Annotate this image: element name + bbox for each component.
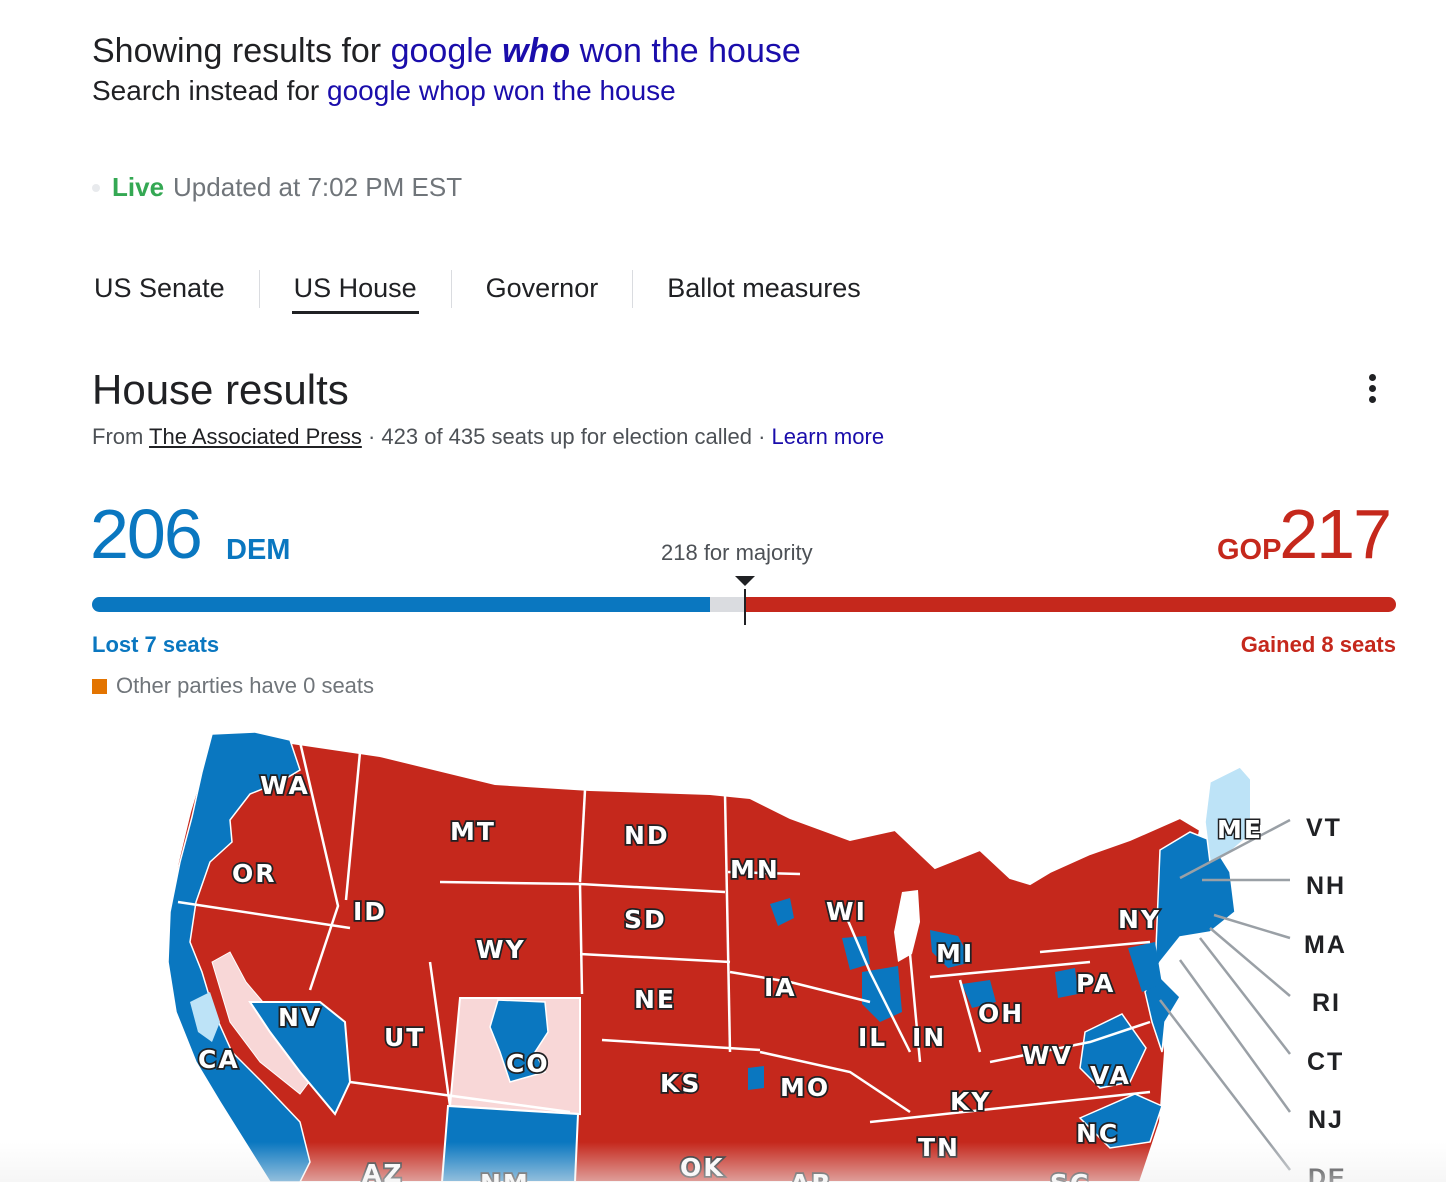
map-label: OR bbox=[232, 859, 277, 888]
map-label: NC bbox=[1076, 1119, 1119, 1148]
dem-pa bbox=[1055, 968, 1078, 998]
map-label: WY bbox=[476, 935, 526, 964]
results-title: House results bbox=[92, 366, 349, 413]
callout-lines bbox=[1159, 818, 1292, 1171]
map-label: KS bbox=[660, 1069, 701, 1098]
source-line: From The Associated Press · 423 of 435 s… bbox=[92, 424, 884, 450]
other-parties: Other parties have 0 seats bbox=[92, 673, 374, 699]
map-label: WA bbox=[260, 771, 310, 800]
tab-divider bbox=[632, 270, 634, 308]
tab-divider bbox=[258, 270, 260, 308]
gop-seat-change: Gained 8 seats bbox=[1240, 632, 1396, 657]
us-house-map[interactable]: WA MT ND MN OR ID SD WI NY WY MI NV NE I… bbox=[150, 722, 1250, 1182]
map-label: MT bbox=[450, 817, 496, 846]
gop-label: GOP bbox=[1217, 534, 1282, 566]
callout-svg: ME VT NH MA RI CT NJ DE bbox=[1159, 814, 1347, 1182]
callout-de: DE bbox=[1308, 1164, 1347, 1182]
map-label: CA bbox=[198, 1045, 240, 1074]
map-label: UT bbox=[384, 1023, 425, 1052]
map-label: OK bbox=[680, 1153, 725, 1182]
election-tabs: US Senate US House Governor Ballot measu… bbox=[92, 266, 863, 314]
map-label: VA bbox=[1090, 1061, 1131, 1090]
map-label: PA bbox=[1076, 969, 1115, 998]
source-link[interactable]: The Associated Press bbox=[149, 424, 362, 449]
updated-time: Updated at 7:02 PM EST bbox=[173, 172, 463, 202]
majority-label: 218 for majority bbox=[661, 540, 813, 565]
map-label: MN bbox=[730, 855, 780, 884]
tab-us-house[interactable]: US House bbox=[291, 266, 419, 314]
map-label: IA bbox=[764, 973, 797, 1002]
callout-vt: VT bbox=[1306, 814, 1342, 842]
map-label: NE bbox=[634, 985, 676, 1014]
search-instead-line: Search instead for google whop won the h… bbox=[92, 72, 801, 110]
map-label: ID bbox=[353, 897, 387, 926]
majority-line bbox=[744, 589, 746, 625]
spelling-correction: Showing results for google who won the h… bbox=[92, 30, 801, 110]
map-label: TN bbox=[918, 1133, 960, 1162]
map-label: NM bbox=[480, 1169, 530, 1182]
map-label: CO bbox=[506, 1049, 550, 1078]
dem-seat-change: Lost 7 seats bbox=[92, 632, 220, 657]
map-svg: WA MT ND MN OR ID SD WI NY WY MI NV NE I… bbox=[167, 731, 1250, 1182]
map-label: IL bbox=[858, 1023, 887, 1052]
tab-divider bbox=[450, 270, 452, 308]
called-count: · 423 of 435 seats up for election calle… bbox=[367, 424, 766, 449]
map-label: MI bbox=[936, 939, 974, 968]
seat-bar-dem bbox=[92, 597, 710, 612]
live-status: Live Updated at 7:02 PM EST bbox=[92, 172, 462, 203]
callout-ct: CT bbox=[1307, 1048, 1344, 1076]
from-prefix: From bbox=[92, 424, 144, 449]
map-label: SD bbox=[624, 905, 667, 934]
original-query-link[interactable]: google whop won the house bbox=[327, 75, 676, 106]
learn-more-link[interactable]: Learn more bbox=[772, 424, 885, 449]
callout-nh: NH bbox=[1306, 872, 1346, 900]
showing-prefix: Showing results for bbox=[92, 32, 382, 70]
map-label: AZ bbox=[362, 1159, 403, 1182]
live-dot-icon bbox=[92, 183, 100, 192]
map-label: WV bbox=[1022, 1041, 1073, 1070]
other-swatch bbox=[92, 678, 107, 694]
callout-me: ME bbox=[1217, 815, 1263, 844]
gop-seat-count: 217 bbox=[1279, 495, 1392, 573]
dem-label: DEM bbox=[226, 534, 291, 566]
other-parties-label: Other parties have 0 seats bbox=[116, 673, 375, 698]
instead-prefix: Search instead for bbox=[92, 75, 320, 106]
live-label: Live bbox=[112, 172, 165, 202]
corrected-query-link[interactable]: google who won the house bbox=[391, 32, 801, 70]
more-options-icon[interactable] bbox=[1358, 372, 1386, 408]
callout-nj: NJ bbox=[1308, 1106, 1344, 1134]
map-label: ND bbox=[624, 821, 670, 850]
map-label: NV bbox=[278, 1003, 322, 1032]
map-label: KY bbox=[950, 1087, 991, 1116]
map-label: SC bbox=[1050, 1169, 1090, 1182]
map-label: AR bbox=[790, 1169, 833, 1182]
map-landmass bbox=[168, 732, 1202, 1182]
map-label: WI bbox=[826, 897, 867, 926]
northeast-callouts: ME VT NH MA RI CT NJ DE bbox=[1150, 800, 1440, 1182]
showing-results-line: Showing results for google who won the h… bbox=[92, 30, 801, 72]
map-label: IN bbox=[912, 1023, 946, 1052]
dem-seat-count: 206 bbox=[90, 495, 203, 573]
map-label: MO bbox=[780, 1073, 830, 1102]
seat-bar-gop bbox=[745, 597, 1396, 612]
callout-ri: RI bbox=[1312, 989, 1341, 1017]
tab-us-senate[interactable]: US Senate bbox=[92, 266, 227, 312]
majority-marker-icon bbox=[735, 576, 755, 586]
dem-ks bbox=[748, 1066, 764, 1090]
tab-governor[interactable]: Governor bbox=[484, 266, 601, 312]
map-label: OH bbox=[978, 999, 1024, 1028]
tab-ballot-measures[interactable]: Ballot measures bbox=[665, 266, 863, 312]
callout-ma: MA bbox=[1304, 931, 1347, 959]
